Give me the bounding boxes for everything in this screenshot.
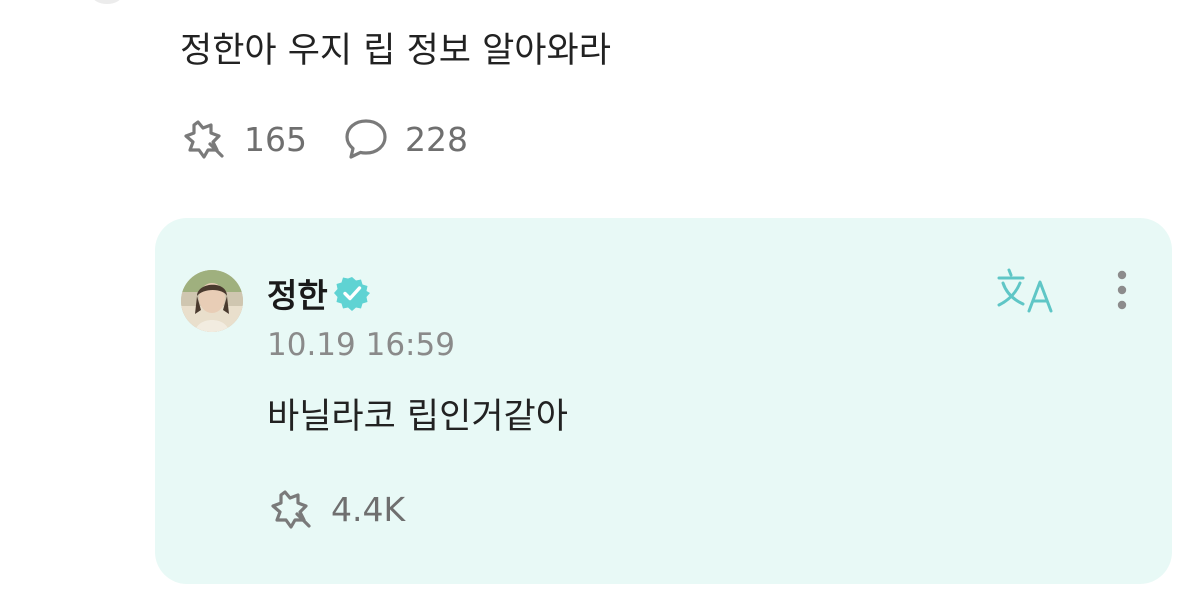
author-name[interactable]: 정한 [267, 269, 328, 317]
speech-bubble-icon [343, 116, 389, 162]
post-comment-count: 228 [405, 119, 468, 159]
previous-avatar [92, 0, 122, 4]
verified-badge-icon [333, 275, 370, 311]
more-options-button[interactable] [1107, 266, 1137, 316]
post-text: 정한아 우지 립 정보 알아와라 [180, 31, 611, 71]
reply-like-button[interactable]: 4.4K [267, 486, 405, 532]
page: 정한아 우지 립 정보 알아와라 165 228 정한 10.19 16:59 … [0, 0, 1200, 613]
artist-reply-card: 정한 10.19 16:59 바닐라코 립인거같아 4.4K [155, 218, 1172, 584]
post-like-button[interactable]: 165 [180, 116, 307, 162]
translate-icon [995, 268, 1059, 320]
reply-actions: 4.4K [267, 486, 405, 532]
reply-like-count: 4.4K [331, 489, 406, 529]
reply-text: 바닐라코 립인거같아 [267, 397, 568, 437]
avatar[interactable] [181, 270, 243, 332]
starburst-heart-icon [180, 116, 228, 162]
starburst-heart-icon [267, 486, 315, 532]
reply-timestamp: 10.19 16:59 [267, 327, 455, 363]
author-row: 정한 [267, 270, 370, 316]
post-actions: 165 228 [180, 116, 468, 162]
translate-button[interactable] [995, 266, 1059, 316]
post-comment-button[interactable]: 228 [343, 116, 468, 162]
post-like-count: 165 [244, 119, 307, 159]
more-vertical-icon [1107, 270, 1137, 320]
